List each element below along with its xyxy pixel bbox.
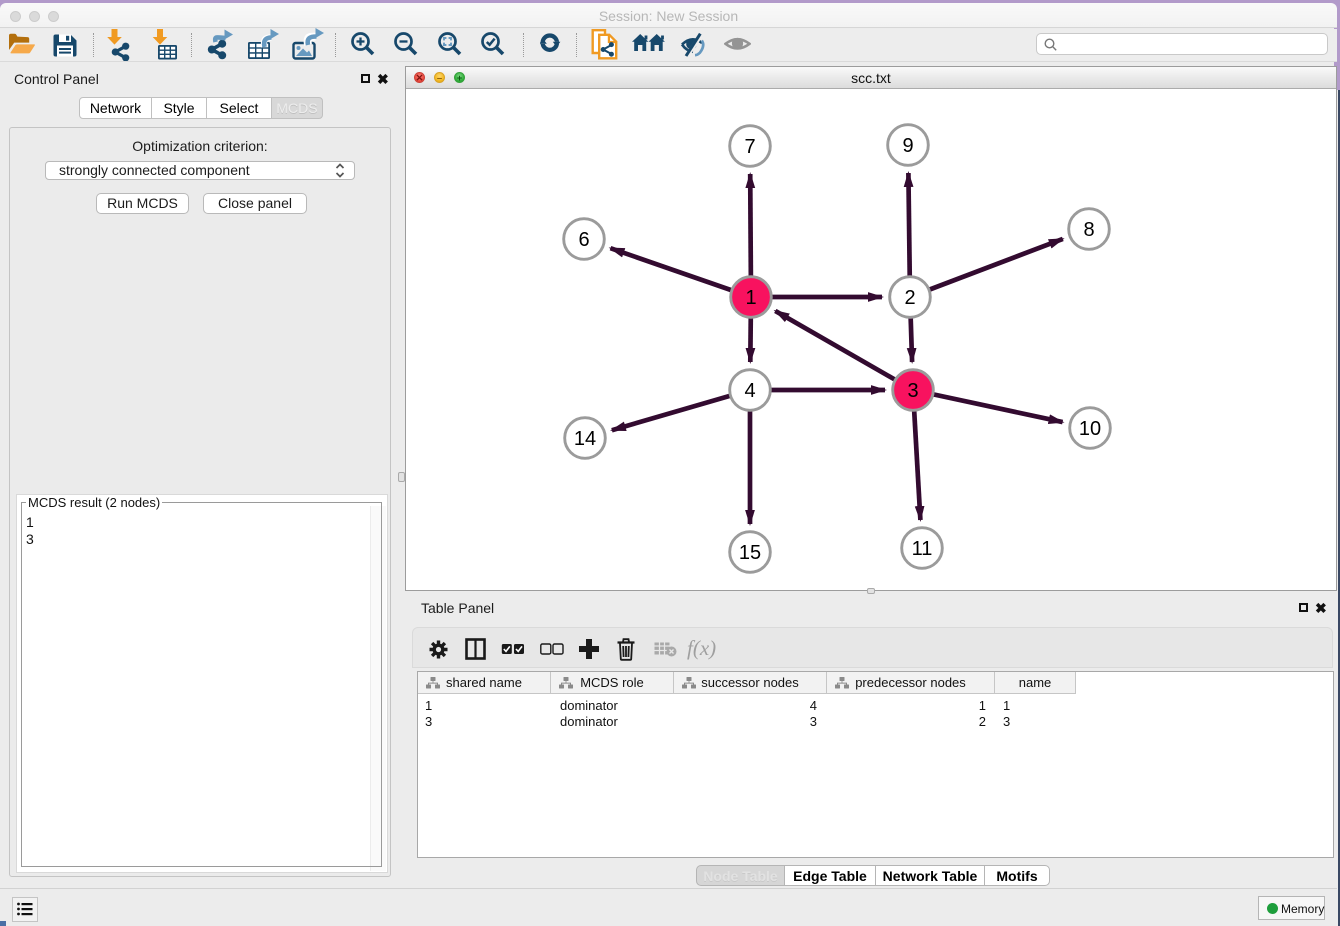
svg-text:10: 10: [1079, 418, 1101, 440]
svg-text:9: 9: [902, 135, 913, 157]
svg-text:8: 8: [1083, 219, 1094, 241]
svg-text:15: 15: [739, 542, 761, 564]
svg-text:14: 14: [574, 428, 596, 450]
svg-text:4: 4: [744, 380, 755, 402]
svg-text:3: 3: [907, 380, 918, 402]
svg-text:7: 7: [744, 136, 755, 158]
svg-text:6: 6: [578, 229, 589, 251]
svg-text:11: 11: [912, 538, 933, 560]
svg-text:2: 2: [904, 287, 915, 309]
svg-text:1: 1: [745, 287, 756, 309]
